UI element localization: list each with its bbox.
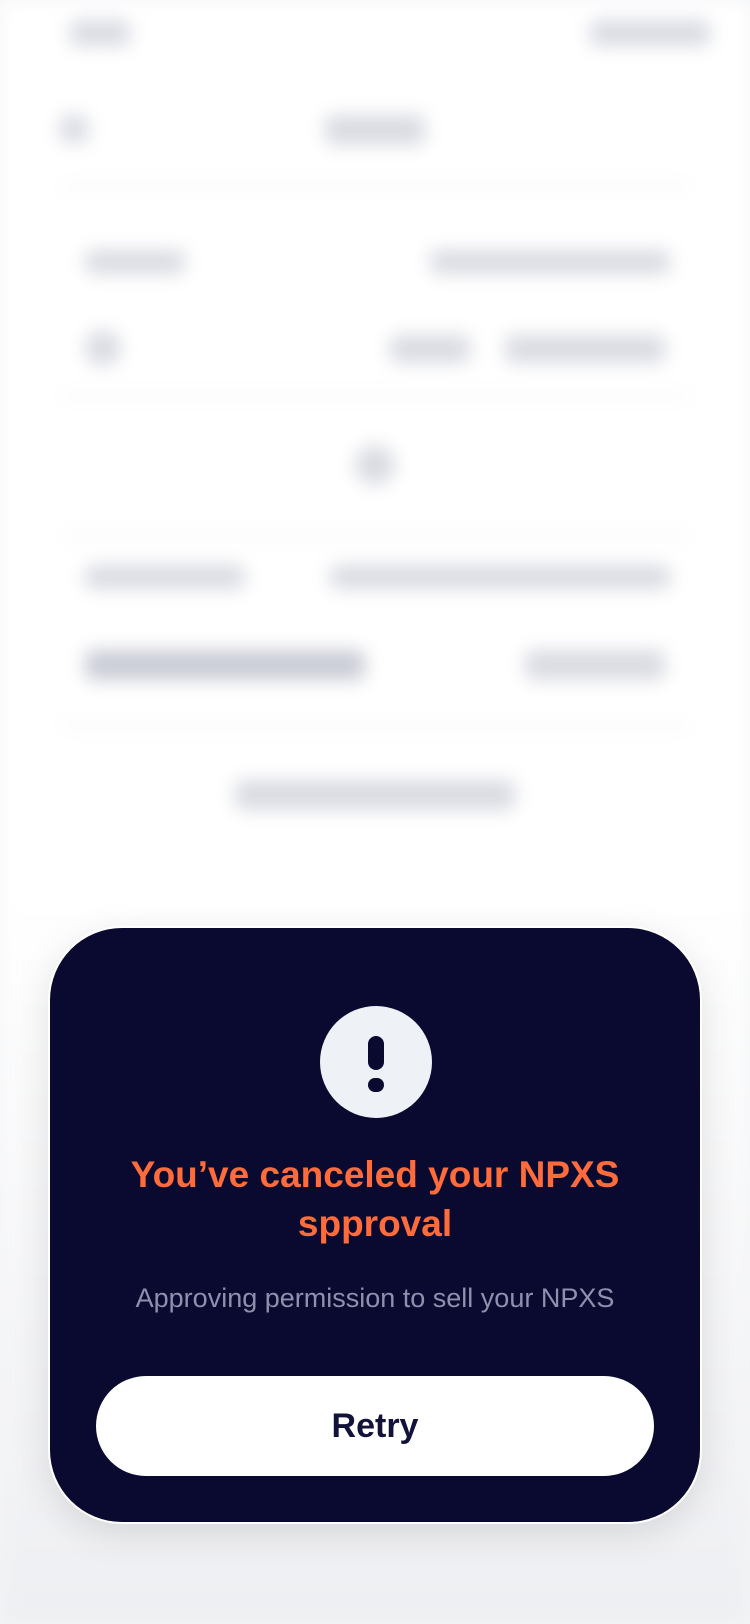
row-label	[85, 650, 365, 680]
retry-button[interactable]: Retry	[96, 1376, 654, 1476]
row-value	[330, 565, 670, 589]
header-title	[325, 115, 425, 145]
status-bar-time	[70, 20, 130, 46]
exclamation-icon	[320, 1006, 432, 1118]
divider	[60, 395, 690, 397]
token-symbol	[505, 335, 665, 363]
divider	[60, 725, 690, 727]
modal-title: You’ve canceled your NPXS spproval	[130, 1154, 620, 1244]
status-bar-icons	[590, 20, 710, 46]
approval-canceled-modal: You’ve canceled your NPXS spproval Appro…	[50, 928, 700, 1522]
modal-subtitle: Approving permission to sell your NPXS	[135, 1283, 615, 1313]
swap-arrow-icon	[355, 445, 395, 485]
token-amount	[390, 335, 470, 363]
row-value	[430, 250, 670, 274]
token-avatar	[85, 330, 121, 366]
footer-link	[235, 780, 515, 810]
back-icon	[60, 115, 88, 143]
row-label	[85, 250, 185, 274]
row-value	[525, 650, 665, 680]
row-label	[85, 565, 245, 589]
divider	[60, 535, 690, 537]
divider	[60, 185, 690, 187]
